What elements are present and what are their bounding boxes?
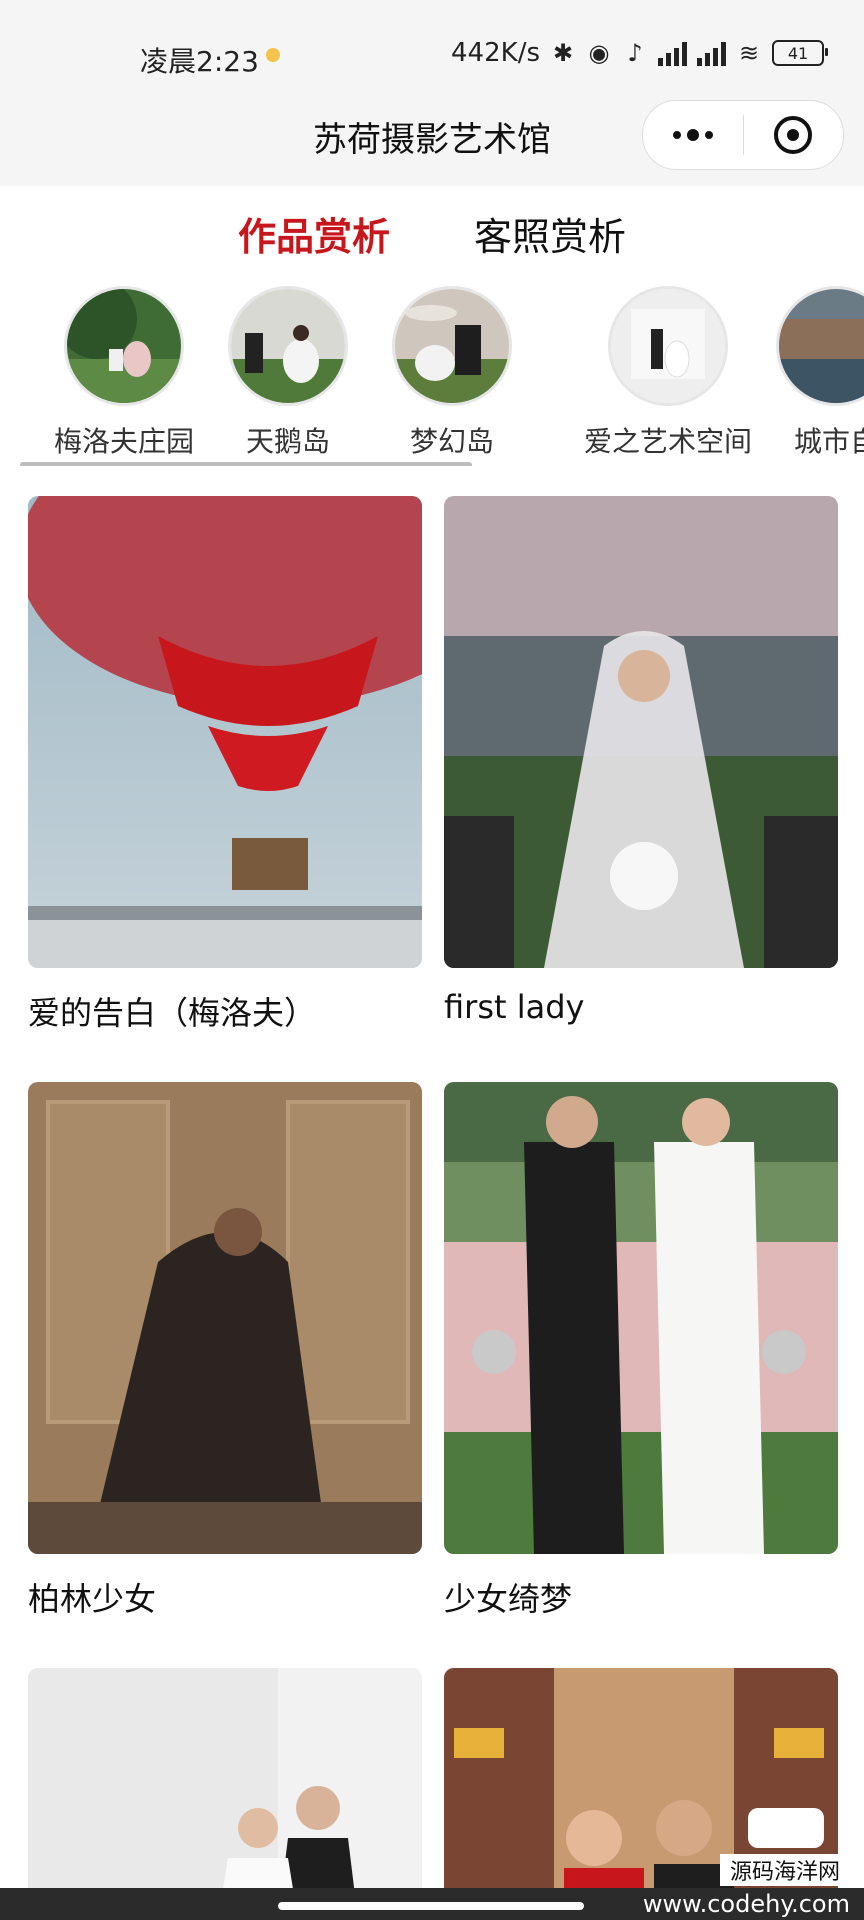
category-label: 梦幻岛 xyxy=(409,425,494,458)
card-caption: 少女绮梦 xyxy=(444,1580,573,1618)
vibrate-icon: ◉ xyxy=(588,39,610,67)
tab-works[interactable]: 作品赏析 xyxy=(238,206,390,261)
gallery-card[interactable] xyxy=(28,1668,422,1920)
card-photo xyxy=(28,1668,422,1920)
category-label: 梅洛夫庄园 xyxy=(54,425,195,458)
card-photo xyxy=(444,1082,838,1554)
category-thumbnail xyxy=(776,286,864,406)
gallery-card[interactable]: 爱的告白（梅洛夫） xyxy=(28,496,422,1034)
category-item[interactable]: 爱之艺术空间 xyxy=(584,286,752,460)
category-item[interactable]: 梦幻岛 xyxy=(392,286,512,460)
category-item[interactable]: 梅洛夫庄园 xyxy=(54,286,194,460)
signal-icon xyxy=(658,40,687,66)
category-thumbnail xyxy=(228,286,348,406)
bluetooth-icon: ✱ xyxy=(552,39,574,67)
target-icon xyxy=(774,116,813,154)
card-photo xyxy=(444,496,838,968)
close-button[interactable] xyxy=(744,101,844,169)
tab-client-photos[interactable]: 客照赏析 xyxy=(474,206,626,261)
mute-icon: ♪ xyxy=(627,39,643,67)
category-thumbnail xyxy=(64,286,184,406)
dot-icon xyxy=(704,131,713,139)
tab-bar: 作品赏析 客照赏析 xyxy=(0,206,864,261)
watermark-text: 源码海洋网 xyxy=(719,1854,850,1886)
category-label: 城市自 xyxy=(793,425,864,458)
card-caption: 柏林少女 xyxy=(28,1580,157,1618)
dot-icon xyxy=(672,131,681,139)
card-photo xyxy=(28,1082,422,1554)
gallery-card[interactable]: first lady xyxy=(444,496,838,1026)
card-caption: 爱的告白（梅洛夫） xyxy=(28,994,317,1032)
category-label: 天鹅岛 xyxy=(245,425,330,458)
category-label: 爱之艺术空间 xyxy=(584,425,753,458)
category-strip[interactable]: 梅洛夫庄园 天鹅岛 梦幻岛 爱之艺术空间 城市自 xyxy=(0,286,864,466)
moon-icon xyxy=(266,48,280,62)
net-speed: 442K/s xyxy=(451,38,540,68)
gallery-card[interactable]: 少女绮梦 xyxy=(444,1082,838,1620)
category-item[interactable]: 城市自 xyxy=(776,286,864,460)
card-caption: first lady xyxy=(444,988,585,1026)
category-thumbnail xyxy=(608,286,728,406)
watermark-url: www.codehy.com xyxy=(642,1890,850,1918)
wifi-icon: ≋ xyxy=(738,39,760,67)
more-button[interactable] xyxy=(643,101,743,169)
gallery-card[interactable]: 柏林少女 xyxy=(28,1082,422,1620)
signal-icon xyxy=(697,40,726,66)
status-right: 442K/s ✱ ◉ ♪ ≋ 41 xyxy=(451,38,828,68)
status-time: 凌晨2:23 xyxy=(140,45,259,78)
battery-level: 41 xyxy=(787,43,809,63)
title-bar: 苏荷摄影艺术馆 xyxy=(0,90,864,186)
card-photo xyxy=(28,496,422,968)
category-item[interactable]: 天鹅岛 xyxy=(228,286,348,460)
dot-icon xyxy=(686,129,699,141)
home-indicator[interactable] xyxy=(278,1902,584,1910)
miniprogram-capsule xyxy=(642,100,844,170)
battery-icon: 41 xyxy=(772,40,828,66)
category-thumbnail xyxy=(392,286,512,406)
scroll-indicator xyxy=(20,462,472,466)
